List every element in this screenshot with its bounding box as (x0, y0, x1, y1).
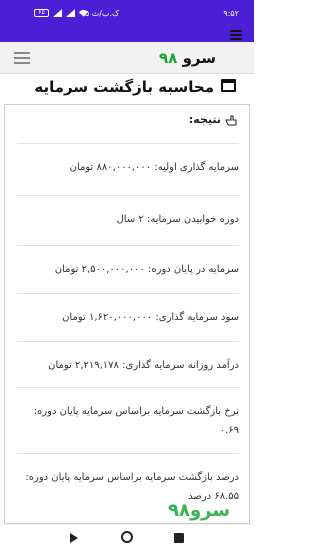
result-row-profit: سود سرمایه گذاری: ۱,۶۲۰,۰۰۰,۰۰۰ تومان (17, 293, 239, 327)
wifi-icon (79, 9, 88, 17)
logo-text: سرو (182, 49, 216, 67)
recent-apps-icon[interactable] (174, 533, 184, 543)
result-label: نتیجه: (188, 113, 221, 126)
result-box: نتیجه: سرمایه گذاری اولیه: ۸۸۰,۰۰۰,۰۰۰ ت… (4, 104, 250, 524)
status-indicators: ۶۵ (34, 9, 88, 17)
browser-toolbar (0, 28, 254, 42)
page-title: محاسبه بازگشت سرمایه (34, 78, 214, 96)
result-row-initial-investment: سرمایه گذاری اولیه: ۸۸۰,۰۰۰,۰۰۰ تومان (17, 143, 239, 177)
result-row-investment-period: دوره خوابیدن سرمایه: ۲ سال (17, 195, 239, 229)
result-header: نتیجه: (189, 113, 237, 126)
hand-pointer-icon (225, 115, 237, 125)
result-row-daily-income: درآمد روزانه سرمایه گذاری: ۲,۲۱۹,۱۷۸ توم… (17, 341, 239, 375)
status-time: ۹:۵۲ (223, 9, 239, 18)
logo-number: ۹۸ (159, 49, 178, 67)
result-row-roi-rate: نرخ بازگشت سرمایه براساس سرمایه پایان دو… (17, 387, 239, 440)
home-icon[interactable] (121, 531, 133, 543)
window-icon (221, 79, 236, 92)
hamburger-menu-icon[interactable] (14, 52, 30, 64)
browser-menu-icon[interactable] (230, 30, 242, 40)
system-nav-bar (0, 524, 254, 550)
signal-icon-2 (66, 9, 75, 17)
watermark: سرو۹۸ (168, 500, 231, 521)
status-bar: ۹:۵۲ ۰.۵ ک.ب/ث ۶۵ (0, 0, 254, 28)
signal-icon (53, 9, 62, 17)
site-logo[interactable]: سرو ۹۸ (159, 49, 216, 67)
site-header: سرو ۹۸ (0, 42, 254, 74)
battery-icon: ۶۵ (34, 9, 49, 17)
back-icon[interactable] (70, 533, 78, 543)
result-row-roi-percent: درصد بازگشت سرمایه براساس سرمایه پایان د… (17, 453, 239, 506)
result-row-final-capital: سرمایه در پایان دوره: ۲,۵۰۰,۰۰۰,۰۰۰ توما… (17, 245, 239, 279)
